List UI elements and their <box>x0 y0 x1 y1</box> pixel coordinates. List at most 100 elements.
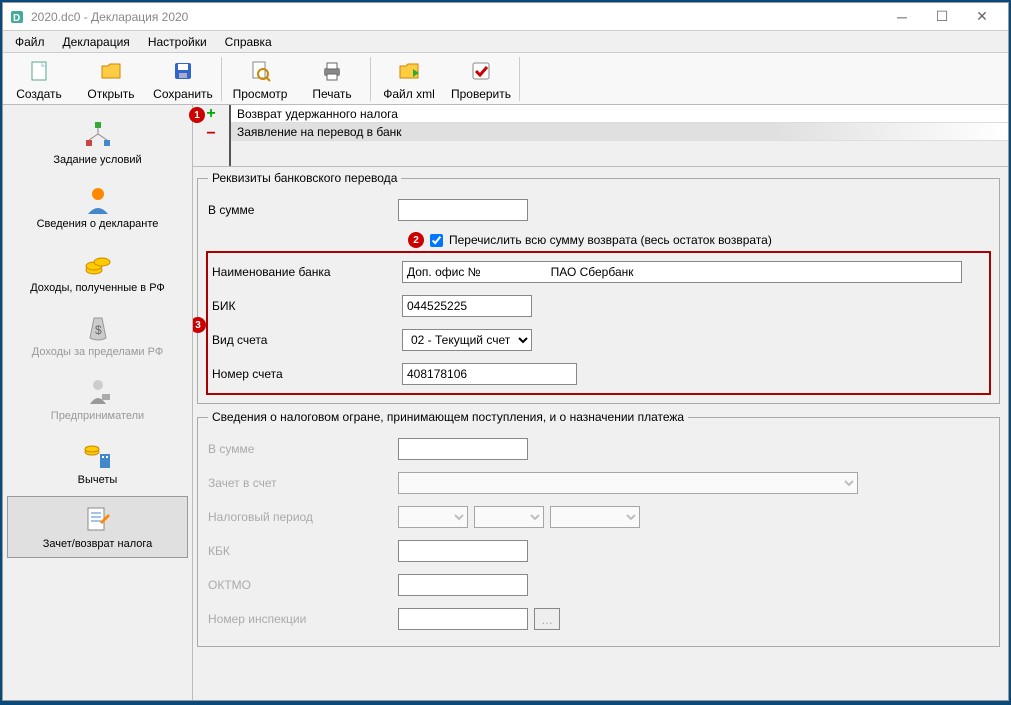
printer-icon <box>318 57 346 85</box>
sidebar-item-deductions[interactable]: Вычеты <box>7 432 188 494</box>
deductions-icon <box>82 440 114 472</box>
badge-3: 3 <box>193 317 206 333</box>
toolbar: Создать Открыть Сохранить Просмотр Печат… <box>3 53 1008 105</box>
list-rows: Возврат удержанного налога Заявление на … <box>229 105 1008 166</box>
preview-button[interactable]: Просмотр <box>224 54 296 104</box>
create-label: Создать <box>16 87 62 101</box>
check-button[interactable]: Проверить <box>445 54 517 104</box>
window-title: 2020.dc0 - Декларация 2020 <box>31 10 882 24</box>
bank-name-label: Наименование банка <box>212 265 402 279</box>
credit-select <box>398 472 858 494</box>
menu-declaration[interactable]: Декларация <box>55 33 138 51</box>
print-button[interactable]: Печать <box>296 54 368 104</box>
sum-label: В сумме <box>208 203 398 217</box>
top-lists: 1 + − Возврат удержанного налога Заявлен… <box>193 105 1008 167</box>
sum2-input <box>398 438 528 460</box>
create-button[interactable]: Создать <box>3 54 75 104</box>
menu-settings[interactable]: Настройки <box>140 33 215 51</box>
bank-transfer-legend: Реквизиты банковского перевода <box>208 171 401 185</box>
sidebar-item-income-foreign[interactable]: $ Доходы за пределами РФ <box>7 304 188 366</box>
form-area: Реквизиты банковского перевода В сумме 2… <box>193 167 1008 700</box>
sidebar-item-declarant[interactable]: Сведения о декларанте <box>7 176 188 238</box>
period-select-1 <box>398 506 468 528</box>
account-type-select[interactable]: 02 - Текущий счет <box>402 329 532 351</box>
account-number-input[interactable] <box>402 363 577 385</box>
sidebar-item-refund[interactable]: Зачет/возврат налога <box>7 496 188 558</box>
account-number-row: Номер счета <box>212 357 985 391</box>
sidebar-label: Доходы за пределами РФ <box>32 346 163 358</box>
sidebar-label: Доходы, полученные в РФ <box>30 282 165 294</box>
account-number-label: Номер счета <box>212 367 402 381</box>
toolbar-separator <box>221 57 222 101</box>
tax-authority-legend: Сведения о налоговом огране, принимающем… <box>208 410 688 424</box>
sidebar-label: Зачет/возврат налога <box>43 538 153 550</box>
app-icon: D <box>9 9 25 25</box>
titlebar: D 2020.dc0 - Декларация 2020 ─ ☐ ✕ <box>3 3 1008 31</box>
kbk-input <box>398 540 528 562</box>
sidebar-item-income-rf[interactable]: Доходы, полученные в РФ <box>7 240 188 302</box>
folder-open-icon <box>97 57 125 85</box>
list-row-bank-transfer[interactable]: Заявление на перевод в банк <box>231 123 1008 141</box>
sidebar: Задание условий Сведения о декларанте До… <box>3 105 193 700</box>
list-row-return[interactable]: Возврат удержанного налога <box>231 105 1008 123</box>
inspection-browse-button: ... <box>534 608 560 630</box>
menu-help[interactable]: Справка <box>217 33 280 51</box>
open-label: Открыть <box>87 87 134 101</box>
menu-file[interactable]: Файл <box>7 33 53 51</box>
sum2-label: В сумме <box>208 442 398 456</box>
main-panel: 1 + − Возврат удержанного налога Заявлен… <box>193 105 1008 700</box>
oktmo-row: ОКТМО <box>208 568 989 602</box>
toolbar-separator-2 <box>370 57 371 101</box>
bik-label: БИК <box>212 299 402 313</box>
sum-input[interactable] <box>398 199 528 221</box>
inspection-input <box>398 608 528 630</box>
check-icon <box>467 57 495 85</box>
coins-icon <box>82 248 114 280</box>
plus-minus-column: 1 + − <box>193 105 229 166</box>
svg-text:$: $ <box>95 323 102 337</box>
account-type-row: Вид счета 02 - Текущий счет <box>212 323 985 357</box>
sidebar-label: Предприниматели <box>51 410 144 422</box>
kbk-row: КБК <box>208 534 989 568</box>
sidebar-item-conditions[interactable]: Задание условий <box>7 112 188 174</box>
save-icon <box>169 57 197 85</box>
xml-button[interactable]: Файл xml <box>373 54 445 104</box>
sum-row: В сумме <box>208 193 989 227</box>
credit-label: Зачет в счет <box>208 476 398 490</box>
badge-2: 2 <box>408 232 424 248</box>
check-label: Проверить <box>451 87 511 101</box>
period-row: Налоговый период <box>208 500 989 534</box>
full-refund-checkbox[interactable] <box>430 234 443 247</box>
menubar: Файл Декларация Настройки Справка <box>3 31 1008 53</box>
save-button[interactable]: Сохранить <box>147 54 219 104</box>
document-edit-icon <box>82 504 114 536</box>
preview-icon <box>246 57 274 85</box>
sidebar-item-entrepreneurs[interactable]: Предприниматели <box>7 368 188 430</box>
highlighted-bank-details: 3 Наименование банка БИК Вид счета <box>206 251 991 395</box>
svg-text:D: D <box>13 13 20 24</box>
minimize-button[interactable]: ─ <box>882 5 922 29</box>
open-button[interactable]: Открыть <box>75 54 147 104</box>
sidebar-label: Задание условий <box>53 154 141 166</box>
period-select-3 <box>550 506 640 528</box>
sum2-row: В сумме <box>208 432 989 466</box>
full-refund-label: Перечислить всю сумму возврата (весь ост… <box>449 233 772 247</box>
maximize-button[interactable]: ☐ <box>922 5 962 29</box>
businessman-icon <box>82 376 114 408</box>
bik-input[interactable] <box>402 295 532 317</box>
xml-icon <box>395 57 423 85</box>
period-select-2 <box>474 506 544 528</box>
bank-name-input[interactable] <box>402 261 962 283</box>
app-window: D 2020.dc0 - Декларация 2020 ─ ☐ ✕ Файл … <box>2 2 1009 701</box>
account-type-label: Вид счета <box>212 333 402 347</box>
remove-button[interactable]: − <box>201 127 221 145</box>
tax-authority-fieldset: Сведения о налоговом огране, принимающем… <box>197 410 1000 647</box>
inspection-row: Номер инспекции ... <box>208 602 989 636</box>
xml-label: Файл xml <box>383 87 435 101</box>
person-icon <box>82 184 114 216</box>
oktmo-input <box>398 574 528 596</box>
kbk-label: КБК <box>208 544 398 558</box>
bik-row: БИК <box>212 289 985 323</box>
preview-label: Просмотр <box>233 87 288 101</box>
close-button[interactable]: ✕ <box>962 5 1002 29</box>
